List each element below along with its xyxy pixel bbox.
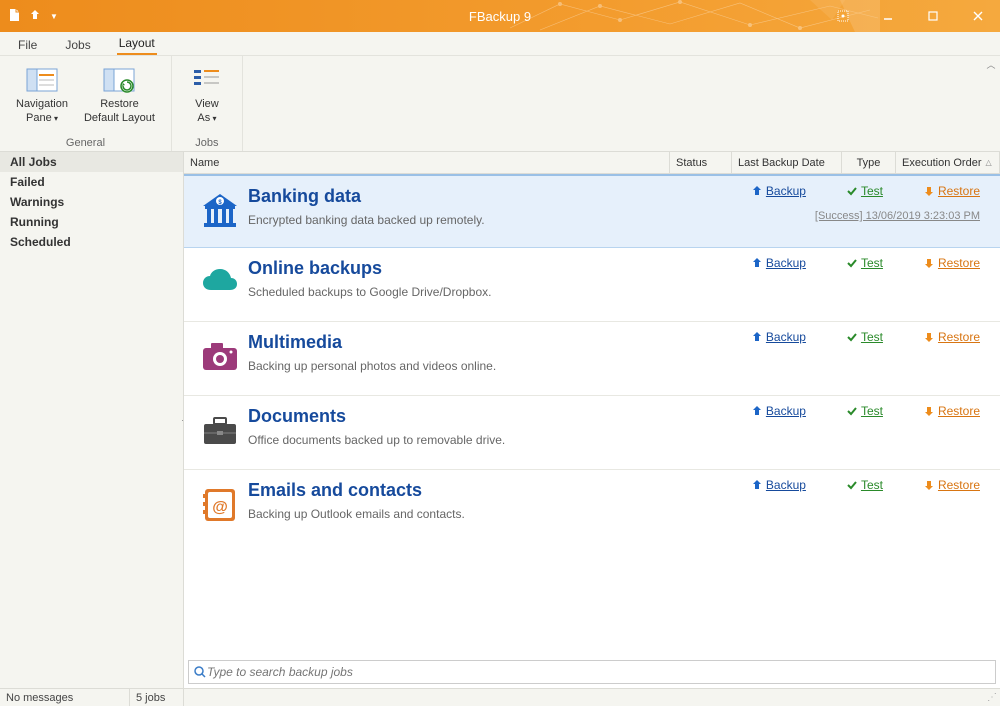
search-icon: [193, 665, 207, 679]
navigation-pane-button[interactable]: Navigation Pane ▾: [8, 60, 76, 135]
job-row[interactable]: $ Banking data Encrypted banking data ba…: [184, 174, 1000, 248]
new-doc-icon[interactable]: [8, 8, 22, 25]
titlebar: ▼ FBackup 9: [0, 0, 1000, 32]
maximize-button[interactable]: [910, 0, 955, 32]
check-icon: [846, 479, 858, 491]
arrow-down-icon: [923, 479, 935, 491]
arrow-up-icon: [751, 405, 763, 417]
minimize-button[interactable]: [865, 0, 910, 32]
content: Name Status Last Backup Date Type Execut…: [184, 152, 1000, 688]
arrow-down-icon: [923, 185, 935, 197]
restore-action[interactable]: Restore: [923, 330, 980, 344]
ribbon: Navigation Pane ▾ Restore Default Layout…: [0, 56, 1000, 152]
address-book-icon: @: [192, 480, 248, 532]
arrow-down-icon: [923, 331, 935, 343]
menubar: File Jobs Layout: [0, 32, 1000, 56]
close-button[interactable]: [955, 0, 1000, 32]
ribbon-group-general: General: [66, 135, 105, 149]
job-status[interactable]: [Success] 13/06/2019 3:23:03 PM: [815, 210, 980, 222]
main-area: All Jobs Failed Warnings Running Schedul…: [0, 152, 1000, 688]
briefcase-icon: [192, 406, 248, 457]
job-row[interactable]: Multimedia Backing up personal photos an…: [184, 322, 1000, 396]
menu-jobs[interactable]: Jobs: [63, 34, 92, 55]
test-action[interactable]: Test: [846, 404, 883, 418]
col-status[interactable]: Status: [670, 152, 732, 173]
search-input[interactable]: [207, 665, 991, 679]
svg-text:@: @: [212, 499, 228, 516]
view-as-icon: [191, 62, 223, 98]
arrow-up-icon: [751, 479, 763, 491]
backup-action[interactable]: Backup: [751, 184, 806, 198]
test-action[interactable]: Test: [846, 330, 883, 344]
job-list: $ Banking data Encrypted banking data ba…: [184, 174, 1000, 660]
ribbon-collapse-icon[interactable]: ︿: [986, 58, 995, 71]
check-icon: [846, 331, 858, 343]
search-bar[interactable]: [188, 660, 996, 684]
restore-action[interactable]: Restore: [923, 404, 980, 418]
bank-icon: $: [192, 186, 248, 235]
arrow-down-icon: [923, 257, 935, 269]
status-messages[interactable]: No messages: [0, 689, 130, 706]
cloud-icon: [192, 258, 248, 309]
test-action[interactable]: Test: [846, 256, 883, 270]
job-desc: Backing up personal photos and videos on…: [248, 359, 988, 373]
restore-action[interactable]: Restore: [923, 184, 980, 198]
check-icon: [846, 405, 858, 417]
backup-action[interactable]: Backup: [751, 256, 806, 270]
app-icon-button[interactable]: [820, 0, 865, 32]
menu-file[interactable]: File: [16, 34, 39, 55]
restore-action[interactable]: Restore: [923, 478, 980, 492]
status-bar: No messages 5 jobs ⋰: [0, 688, 1000, 706]
backup-action[interactable]: Backup: [751, 478, 806, 492]
backup-action[interactable]: Backup: [751, 330, 806, 344]
restore-action[interactable]: Restore: [923, 256, 980, 270]
col-last-backup-date[interactable]: Last Backup Date: [732, 152, 842, 173]
arrow-up-icon: [751, 257, 763, 269]
view-as-button[interactable]: View As ▾: [180, 60, 234, 135]
arrow-down-icon: [923, 405, 935, 417]
test-action[interactable]: Test: [846, 184, 883, 198]
arrow-up-icon: [751, 331, 763, 343]
resize-grip[interactable]: ⋰: [987, 692, 996, 703]
restore-layout-button[interactable]: Restore Default Layout: [76, 60, 163, 135]
arrow-up-icon: [751, 185, 763, 197]
backup-action[interactable]: Backup: [751, 404, 806, 418]
column-headers: Name Status Last Backup Date Type Execut…: [184, 152, 1000, 174]
job-row[interactable]: Online backups Scheduled backups to Goog…: [184, 248, 1000, 322]
col-name[interactable]: Name: [184, 152, 670, 173]
upload-icon[interactable]: [28, 8, 42, 25]
job-row[interactable]: Documents Office documents backed up to …: [184, 396, 1000, 470]
app-title: FBackup 9: [469, 9, 531, 24]
sidebar-item-all-jobs[interactable]: All Jobs: [0, 152, 183, 172]
sidebar-item-scheduled[interactable]: Scheduled: [0, 232, 183, 252]
restore-layout-icon: [103, 62, 135, 98]
check-icon: [846, 257, 858, 269]
check-icon: [846, 185, 858, 197]
col-execution-order[interactable]: Execution Order△: [896, 152, 1000, 173]
ribbon-group-jobs: Jobs: [195, 135, 218, 149]
sidebar: All Jobs Failed Warnings Running Schedul…: [0, 152, 184, 688]
job-desc: Backing up Outlook emails and contacts.: [248, 507, 988, 521]
camera-icon: [192, 332, 248, 383]
menu-layout[interactable]: Layout: [117, 32, 157, 55]
sidebar-item-failed[interactable]: Failed: [0, 172, 183, 192]
navigation-pane-icon: [26, 62, 58, 98]
sidebar-item-warnings[interactable]: Warnings: [0, 192, 183, 212]
status-job-count: 5 jobs: [130, 689, 184, 706]
qat-dropdown-icon[interactable]: ▼: [50, 12, 58, 21]
sort-asc-icon: △: [985, 158, 991, 167]
test-action[interactable]: Test: [846, 478, 883, 492]
job-row[interactable]: @ Emails and contacts Backing up Outlook…: [184, 470, 1000, 544]
sidebar-item-running[interactable]: Running: [0, 212, 183, 232]
job-desc: Scheduled backups to Google Drive/Dropbo…: [248, 285, 988, 299]
col-type[interactable]: Type: [842, 152, 896, 173]
job-desc: Office documents backed up to removable …: [248, 433, 988, 447]
